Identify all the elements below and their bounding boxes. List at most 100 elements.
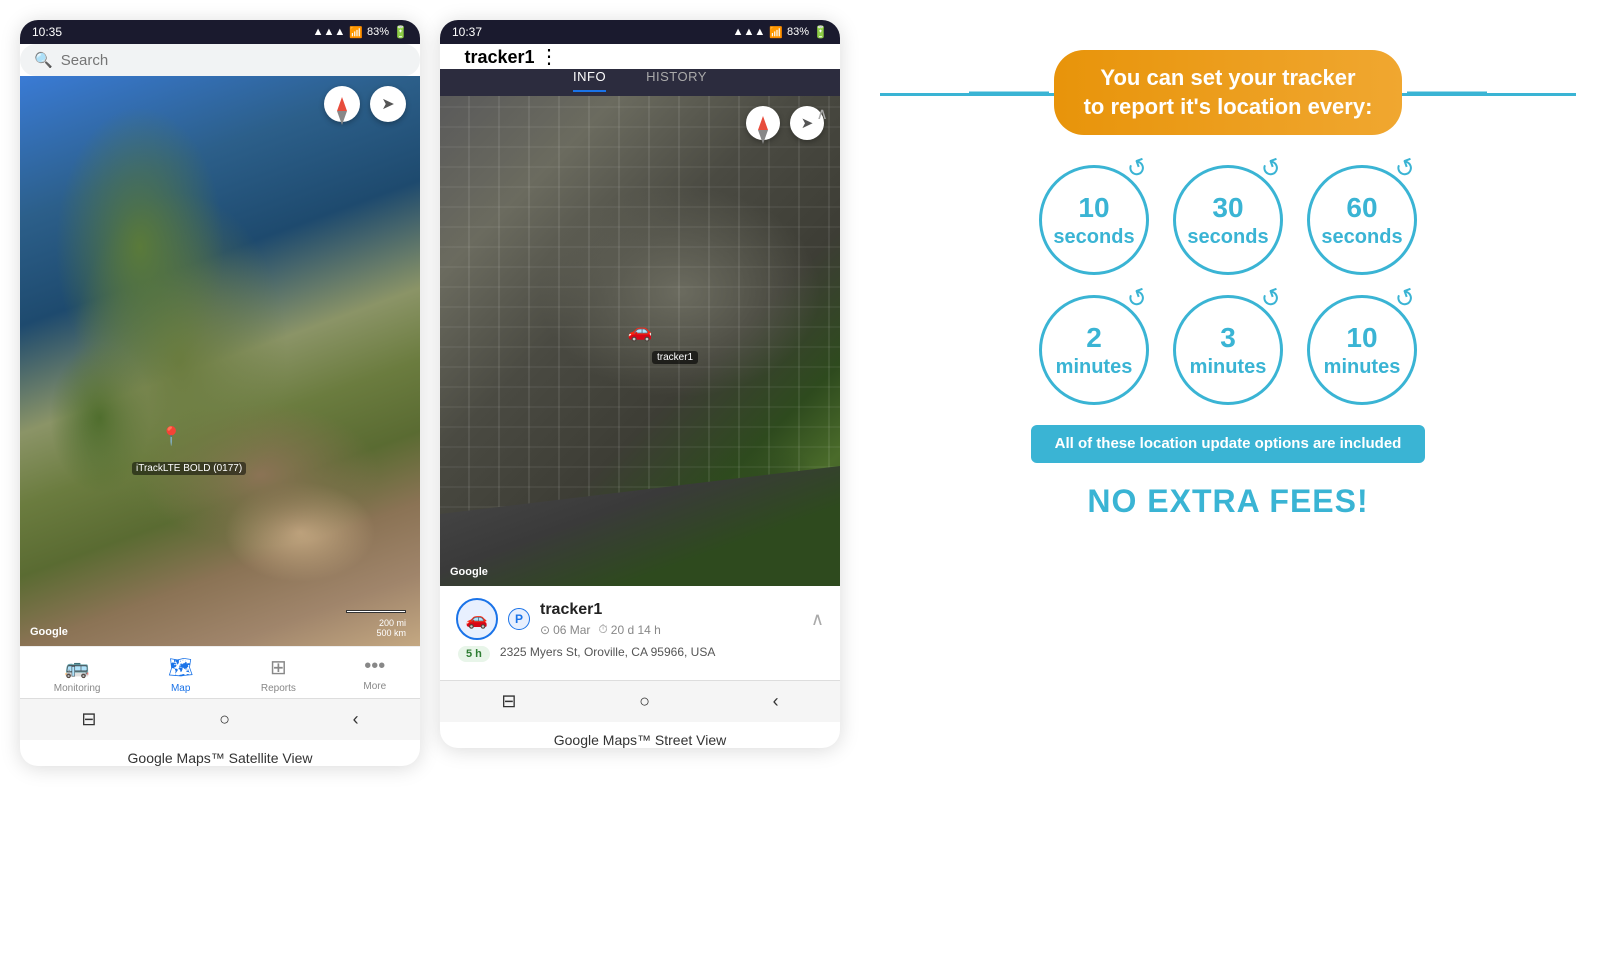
more-options-button[interactable]: ⋮ bbox=[539, 46, 559, 68]
more-icon-nav: ••• bbox=[364, 655, 385, 678]
back-button[interactable]: ← bbox=[440, 46, 460, 68]
aerial-compass-button[interactable] bbox=[746, 106, 780, 140]
tracker-header: ← tracker1 ⋮ bbox=[440, 44, 840, 69]
search-input[interactable] bbox=[61, 52, 406, 69]
nav-reports[interactable]: ⊞ Reports bbox=[261, 655, 296, 694]
phone2-caption: Google Maps™ Street View bbox=[440, 732, 840, 748]
tracker-map-label: iTrackLTE BOLD (0177) bbox=[132, 462, 246, 475]
duration-icon: ⏱ bbox=[598, 622, 607, 637]
android2-home-button[interactable]: ○ bbox=[639, 691, 650, 712]
scale-bar bbox=[346, 610, 406, 613]
circle-arrow-10s: ↺ bbox=[1124, 152, 1160, 188]
headline-banner: You can set your tracker to report it's … bbox=[1054, 50, 1403, 135]
included-text: All of these location update options are… bbox=[1055, 435, 1402, 452]
satellite-map[interactable]: ➤ 📍 iTrackLTE BOLD (0177) Google 200 mi … bbox=[20, 76, 420, 646]
location-button[interactable]: ➤ bbox=[370, 86, 406, 122]
headline-text: You can set your tracker to report it's … bbox=[1084, 64, 1373, 121]
circle-text-2m: 2 minutes bbox=[1056, 321, 1133, 379]
time-badge: 5 h bbox=[458, 646, 490, 662]
map-satellite-bg: ➤ 📍 iTrackLTE BOLD (0177) Google 200 mi … bbox=[20, 76, 420, 646]
circle-outer-10s: ↺ 10 seconds bbox=[1039, 165, 1149, 275]
circles-row-2: ↺ 2 minutes ↺ 3 minutes ↺ 10 mi bbox=[1039, 295, 1417, 405]
tracker-tabs: INFO HISTORY bbox=[440, 69, 840, 96]
aerial-location-icon: ➤ bbox=[801, 114, 814, 132]
nav-bar-1: 🚌 Monitoring 🗺 Map ⊞ Reports ••• More bbox=[20, 646, 420, 698]
circle-text-30s: 30 seconds bbox=[1187, 191, 1268, 249]
android-nav-2: ⊟ ○ ‹ bbox=[440, 680, 840, 722]
map-label-nav: Map bbox=[171, 683, 190, 694]
android-recent-button[interactable]: ⊟ bbox=[81, 709, 96, 730]
circle-30s: ↺ 30 seconds bbox=[1173, 165, 1283, 275]
circle-text-10s: 10 seconds bbox=[1053, 191, 1134, 249]
tab-info[interactable]: INFO bbox=[573, 69, 606, 92]
wifi-icon-1: 📶 bbox=[349, 26, 363, 39]
no-fees-text: NO EXTRA FEES! bbox=[1087, 483, 1368, 520]
battery-icon-1: 🔋 bbox=[393, 25, 408, 39]
tracker-p-label: P bbox=[508, 608, 530, 630]
nav-more[interactable]: ••• More bbox=[363, 655, 386, 694]
map-scale: 200 mi 500 km bbox=[346, 600, 406, 638]
wifi-icon-2: 📶 bbox=[769, 26, 783, 39]
tracker-name-label: tracker1 bbox=[540, 601, 661, 619]
circle-text-60s: 60 seconds bbox=[1321, 191, 1402, 249]
status-time-1: 10:35 bbox=[32, 25, 62, 39]
tracker-address-row: 5 h 2325 Myers St, Oroville, CA 95966, U… bbox=[456, 646, 824, 662]
circle-arrow-2m: ↺ bbox=[1124, 282, 1160, 318]
android-back-button[interactable]: ‹ bbox=[353, 709, 359, 730]
compass-button[interactable] bbox=[324, 86, 360, 122]
location-icon: ➤ bbox=[381, 94, 394, 114]
circle-text-10m: 10 minutes bbox=[1324, 321, 1401, 379]
scroll-hint-icon: ∧ bbox=[816, 104, 828, 124]
reports-label: Reports bbox=[261, 683, 296, 694]
android2-recent-button[interactable]: ⊟ bbox=[501, 691, 516, 712]
compass-arrow-icon bbox=[337, 97, 347, 111]
phone1-caption: Google Maps™ Satellite View bbox=[20, 750, 420, 766]
google-watermark-2: Google bbox=[450, 566, 488, 578]
reports-icon: ⊞ bbox=[270, 655, 287, 680]
map-aerial-bg: ➤ 🚗 tracker1 Google ∧ bbox=[440, 96, 840, 586]
circle-outer-30s: ↺ 30 seconds bbox=[1173, 165, 1283, 275]
android2-back-button[interactable]: ‹ bbox=[773, 691, 779, 712]
circle-3m: ↺ 3 minutes bbox=[1173, 295, 1283, 405]
tracker-date-info: ⊙ 06 Mar bbox=[540, 623, 590, 637]
aerial-pin-marker: 🚗 bbox=[628, 319, 653, 344]
nav-map[interactable]: 🗺 Map bbox=[168, 655, 193, 694]
monitoring-label: Monitoring bbox=[54, 683, 101, 694]
battery-1: 83% bbox=[367, 26, 389, 38]
tracker-duration-info: ⏱ 20 d 14 h bbox=[598, 622, 660, 637]
infographic-panel: You can set your tracker to report it's … bbox=[860, 20, 1596, 550]
circle-arrow-60s: ↺ bbox=[1392, 152, 1428, 188]
search-icon: 🔍 bbox=[34, 51, 53, 69]
more-label: More bbox=[363, 681, 386, 692]
circle-outer-60s: ↺ 60 seconds bbox=[1307, 165, 1417, 275]
android-nav-1: ⊟ ○ ‹ bbox=[20, 698, 420, 740]
tracker-info-panel: 🚗 P tracker1 ⊙ 06 Mar ⏱ 20 d 14 h ∧ bbox=[440, 586, 840, 680]
tab-history[interactable]: HISTORY bbox=[646, 69, 707, 92]
tracker-meta-info: ⊙ 06 Mar ⏱ 20 d 14 h bbox=[540, 622, 661, 637]
circle-text-3m: 3 minutes bbox=[1190, 321, 1267, 379]
circle-2m: ↺ 2 minutes bbox=[1039, 295, 1149, 405]
search-bar-wrap: 🔍 bbox=[20, 44, 420, 76]
map-pin-marker: 📍 bbox=[160, 426, 182, 447]
circles-row-1: ↺ 10 seconds ↺ 30 seconds ↺ 60 bbox=[1039, 165, 1417, 275]
circle-10m: ↺ 10 minutes bbox=[1307, 295, 1417, 405]
aerial-compass-arrow-icon bbox=[758, 116, 768, 130]
search-bar[interactable]: 🔍 bbox=[20, 44, 420, 76]
status-bar-2: 10:37 ▲▲▲ 📶 83% 🔋 bbox=[440, 20, 840, 44]
tracker-address: 2325 Myers St, Oroville, CA 95966, USA bbox=[500, 645, 715, 659]
circle-arrow-30s: ↺ bbox=[1258, 152, 1294, 188]
clock-icon: ⊙ bbox=[540, 623, 550, 637]
nav-monitoring[interactable]: 🚌 Monitoring bbox=[54, 655, 101, 694]
circle-arrow-10m: ↺ bbox=[1392, 282, 1428, 318]
scale-text-miles: 200 mi bbox=[346, 618, 406, 628]
scroll-up-btn[interactable]: ∧ bbox=[811, 609, 824, 630]
circle-60s: ↺ 60 seconds bbox=[1307, 165, 1417, 275]
battery-icon-2: 🔋 bbox=[813, 25, 828, 39]
google-watermark-1: Google bbox=[30, 626, 68, 638]
map-icon: 🗺 bbox=[168, 655, 193, 680]
status-bar-1: 10:35 ▲▲▲ 📶 83% 🔋 bbox=[20, 20, 420, 44]
aerial-map[interactable]: ➤ 🚗 tracker1 Google ∧ bbox=[440, 96, 840, 586]
battery-2: 83% bbox=[787, 26, 809, 38]
monitoring-icon: 🚌 bbox=[65, 655, 90, 680]
android-home-button[interactable]: ○ bbox=[219, 709, 230, 730]
